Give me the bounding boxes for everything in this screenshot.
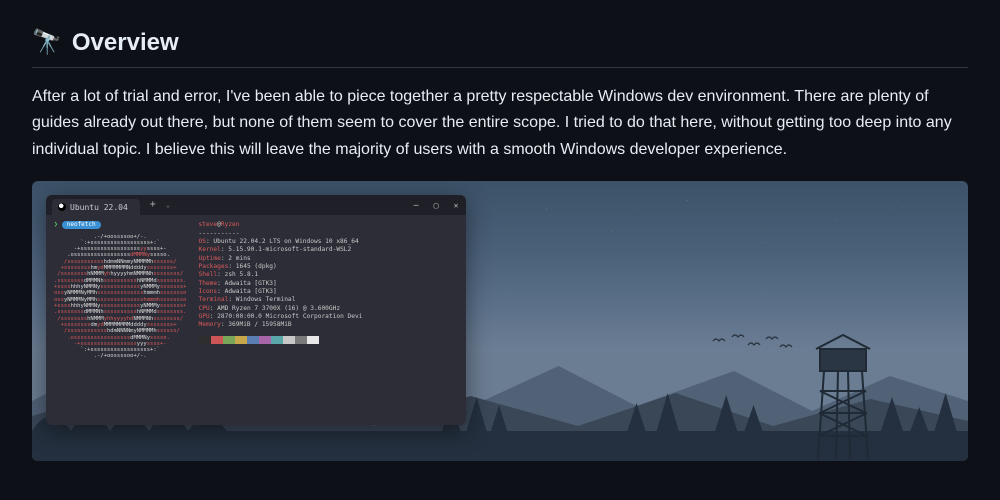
color-swatch [235, 336, 247, 344]
prompt-line: ❯ neofetch [54, 221, 187, 229]
section-title: Overview [72, 29, 179, 57]
tab-dropdown-button[interactable]: ⌄ [166, 201, 170, 209]
prompt-caret-icon: ❯ [54, 221, 58, 229]
new-tab-button[interactable]: + [146, 200, 160, 210]
hero-screenshot: Ubuntu 22.04 + ⌄ ─ ▢ ✕ ❯ neofetch .-/+oo… [32, 181, 968, 461]
info-line: GPU: 2870:00:00.0 Microsoft Corporation … [199, 313, 363, 321]
color-swatch [223, 336, 235, 344]
neofetch-info: steve@Ryzen ----------- OS: Ubuntu 22.04… [199, 221, 363, 421]
maximize-button[interactable]: ▢ [432, 201, 440, 209]
info-line: Theme: Adwaita [GTK3] [199, 280, 363, 288]
terminal-titlebar: Ubuntu 22.04 + ⌄ ─ ▢ ✕ [46, 195, 466, 215]
color-swatch [247, 336, 259, 344]
section-heading: 🔭 Overview [32, 28, 968, 68]
terminal-window: Ubuntu 22.04 + ⌄ ─ ▢ ✕ ❯ neofetch .-/+oo… [46, 195, 466, 425]
info-line: Kernel: 5.15.90.1-microsoft-standard-WSL… [199, 246, 363, 254]
intro-paragraph: After a lot of trial and error, I've bee… [32, 84, 968, 163]
info-line: Terminal: Windows Terminal [199, 296, 363, 304]
info-line: OS: Ubuntu 22.04.2 LTS on Windows 10 x86… [199, 238, 363, 246]
terminal-tab-label: Ubuntu 22.04 [70, 203, 128, 212]
minimize-button[interactable]: ─ [412, 201, 420, 209]
color-swatch [295, 336, 307, 344]
color-swatch [271, 336, 283, 344]
telescope-icon: 🔭 [32, 28, 62, 57]
close-button[interactable]: ✕ [452, 201, 460, 209]
color-swatch [307, 336, 319, 344]
info-line: Memory: 369MiB / 15958MiB [199, 321, 363, 329]
color-swatches [199, 336, 363, 344]
terminal-tab[interactable]: Ubuntu 22.04 [52, 199, 140, 215]
info-line: Uptime: 2 mins [199, 255, 363, 263]
info-line: Shell: zsh 5.8.1 [199, 271, 363, 279]
color-swatch [199, 336, 211, 344]
terminal-body: ❯ neofetch .-/+oossssoo+/-. `:+sssssssss… [46, 215, 466, 425]
color-swatch [283, 336, 295, 344]
info-line: Icons: Adwaita [GTK3] [199, 288, 363, 296]
neofetch-ascii-logo: .-/+oossssoo+/-. `:+ssssssssssssssssss+:… [54, 234, 187, 360]
color-swatch [259, 336, 271, 344]
info-line: Packages: 1645 (dpkg) [199, 263, 363, 271]
watchtower-illustration [808, 331, 878, 461]
birds-illustration [708, 331, 798, 361]
tux-icon [58, 203, 66, 211]
info-line: CPU: AMD Ryzen 7 3700X (16) @ 3.600GHz [199, 305, 363, 313]
prompt-command: neofetch [62, 221, 101, 229]
color-swatch [211, 336, 223, 344]
